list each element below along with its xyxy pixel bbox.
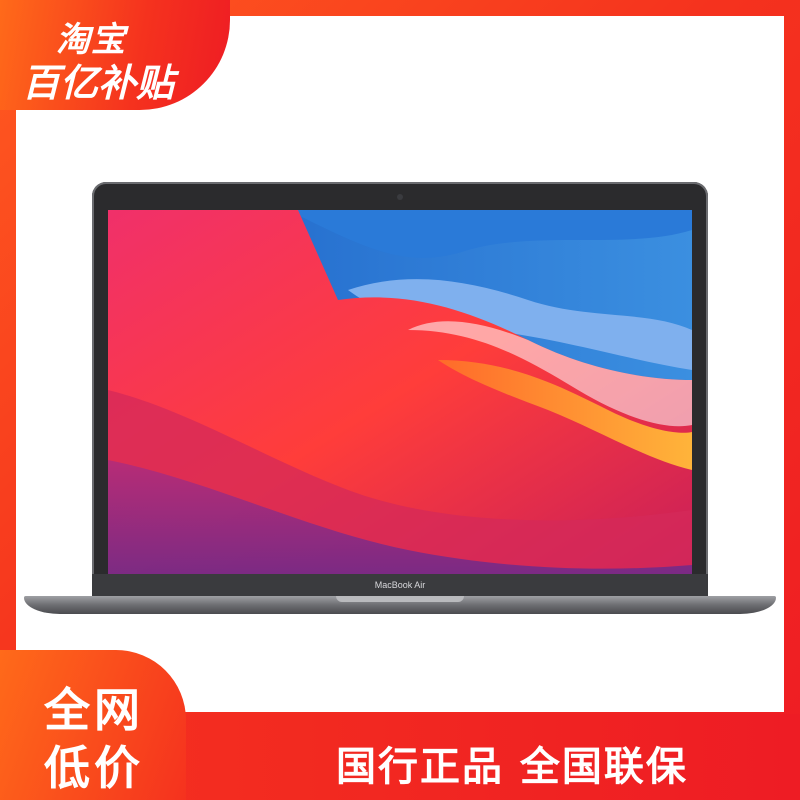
- low-price-badge: 全网 低价: [0, 650, 186, 800]
- subsidy-badge-title: 百亿补贴: [22, 61, 175, 105]
- guarantee-tagline: 国行正品 全国联保: [336, 744, 688, 790]
- laptop-base: [24, 596, 776, 614]
- big-sur-wallpaper: [108, 210, 692, 576]
- laptop-chin: MacBook Air: [92, 574, 708, 596]
- laptop-lid: [92, 182, 708, 586]
- laptop-screen-wallpaper: [108, 210, 692, 576]
- laptop-model-label: MacBook Air: [374, 580, 426, 590]
- low-price-line2: 低价: [44, 741, 144, 795]
- low-price-line1: 全网: [44, 683, 144, 737]
- camera-icon: [397, 194, 403, 200]
- laptop-open-notch: [336, 596, 464, 602]
